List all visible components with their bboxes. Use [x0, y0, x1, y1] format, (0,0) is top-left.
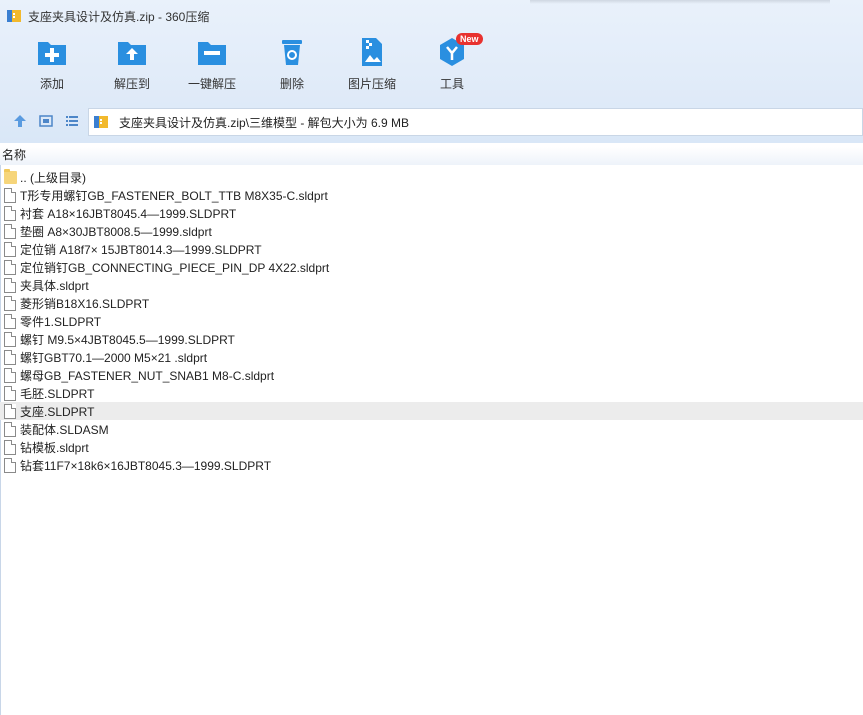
file-icon [4, 187, 16, 203]
list-item[interactable]: T形专用螺钉GB_FASTENER_BOLT_TTB M8X35-C.sldpr… [0, 186, 863, 204]
list-item-label: 定位销钉GB_CONNECTING_PIECE_PIN_DP 4X22.sldp… [20, 260, 330, 275]
list-item[interactable]: 定位销 A18f7× 15JBT8014.3—1999.SLDPRT [0, 240, 863, 258]
list-item-selected[interactable]: 支座.SLDPRT [0, 402, 863, 420]
list-item[interactable]: 螺母GB_FASTENER_NUT_SNAB1 M8-C.sldprt [0, 366, 863, 384]
archive-path-icon [93, 114, 109, 130]
list-item-label: 毛胚.SLDPRT [20, 386, 95, 401]
file-icon [4, 385, 16, 401]
list-item-label: 垫圈 A8×30JBT8008.5—1999.sldprt [20, 224, 212, 239]
add-folder-icon [36, 36, 68, 68]
file-icon [4, 277, 16, 293]
new-badge: New [456, 33, 483, 45]
list-item[interactable]: 衬套 A18×16JBT8045.4—1999.SLDPRT [0, 204, 863, 222]
list-item-label: 定位销 A18f7× 15JBT8014.3—1999.SLDPRT [20, 242, 262, 257]
file-list: .. (上级目录) T形专用螺钉GB_FASTENER_BOLT_TTB M8X… [0, 168, 863, 474]
image-compress-button[interactable]: 图片压缩 [332, 36, 412, 98]
list-item-label: 装配体.SLDASM [20, 422, 109, 437]
up-arrow-icon[interactable] [12, 113, 28, 129]
image-compress-icon [356, 36, 388, 68]
column-header-name[interactable]: 名称 [0, 147, 863, 165]
add-label: 添加 [39, 77, 64, 91]
file-icon [4, 403, 16, 419]
tools-button[interactable]: 工具 [412, 36, 492, 98]
toolbar: 添加 解压到 一键解压 删除 图片压缩 工具 [0, 36, 863, 98]
list-item-label: 螺钉GBT70.1—2000 M5×21 .sldprt [20, 350, 208, 365]
one-click-extract-icon [196, 36, 228, 68]
recycle-bin-icon [276, 36, 308, 68]
list-item-label: 螺母GB_FASTENER_NUT_SNAB1 M8-C.sldprt [20, 368, 275, 383]
list-item[interactable]: 夹具体.sldprt [0, 276, 863, 294]
tools-label: 工具 [439, 77, 464, 91]
file-icon [4, 421, 16, 437]
list-item-label: 零件1.SLDPRT [20, 314, 102, 329]
list-item-label: T形专用螺钉GB_FASTENER_BOLT_TTB M8X35-C.sldpr… [20, 188, 328, 203]
title-bar: 支座夹具设计及仿真.zip - 360压缩 [0, 0, 863, 32]
path-field[interactable]: 支座夹具设计及仿真.zip\三维模型 - 解包大小为 6.9 MB [88, 108, 863, 136]
file-icon [4, 439, 16, 455]
extract-to-button[interactable]: 解压到 [92, 36, 172, 98]
list-item-label: .. (上级目录) [20, 170, 86, 185]
extract-to-label: 解压到 [113, 77, 150, 91]
one-click-extract-label: 一键解压 [187, 77, 236, 91]
image-compress-label: 图片压缩 [347, 77, 396, 91]
list-item[interactable]: 菱形销B18X16.SLDPRT [0, 294, 863, 312]
list-item[interactable]: 钻模板.sldprt [0, 438, 863, 456]
list-view-icon[interactable] [64, 113, 80, 129]
list-item[interactable]: 装配体.SLDASM [0, 420, 863, 438]
thumbnail-view-icon[interactable] [38, 113, 54, 129]
delete-label: 删除 [279, 77, 304, 91]
delete-button[interactable]: 删除 [252, 36, 332, 98]
file-icon [4, 223, 16, 239]
file-icon [4, 241, 16, 257]
file-icon [4, 367, 16, 383]
list-item-parent-dir[interactable]: .. (上级目录) [0, 168, 863, 186]
file-icon [4, 313, 16, 329]
list-item-label: 钻模板.sldprt [20, 440, 89, 455]
list-item[interactable]: 定位销钉GB_CONNECTING_PIECE_PIN_DP 4X22.sldp… [0, 258, 863, 276]
list-item[interactable]: 零件1.SLDPRT [0, 312, 863, 330]
file-icon [4, 457, 16, 473]
list-item[interactable]: 毛胚.SLDPRT [0, 384, 863, 402]
list-item[interactable]: 钻套11F7×18k6×16JBT8045.3—1999.SLDPRT [0, 456, 863, 474]
file-icon [4, 295, 16, 311]
list-item-label: 菱形销B18X16.SLDPRT [20, 296, 150, 311]
list-item-label: 夹具体.sldprt [20, 278, 89, 293]
file-icon [4, 331, 16, 347]
list-item[interactable]: 螺钉 M9.5×4JBT8045.5—1999.SLDPRT [0, 330, 863, 348]
archive-app-icon [6, 8, 22, 24]
path-text: 支座夹具设计及仿真.zip\三维模型 - 解包大小为 6.9 MB [119, 115, 410, 130]
one-click-extract-button[interactable]: 一键解压 [172, 36, 252, 98]
file-icon [4, 205, 16, 221]
address-bar: 支座夹具设计及仿真.zip\三维模型 - 解包大小为 6.9 MB [0, 106, 863, 136]
list-item[interactable]: 垫圈 A8×30JBT8008.5—1999.sldprt [0, 222, 863, 240]
list-item[interactable]: 螺钉GBT70.1—2000 M5×21 .sldprt [0, 348, 863, 366]
list-item-label: 螺钉 M9.5×4JBT8045.5—1999.SLDPRT [20, 332, 235, 347]
list-item-label: 支座.SLDPRT [20, 404, 95, 419]
extract-to-icon [116, 36, 148, 68]
file-icon [4, 259, 16, 275]
list-item-label: 衬套 A18×16JBT8045.4—1999.SLDPRT [20, 206, 237, 221]
list-item-label: 钻套11F7×18k6×16JBT8045.3—1999.SLDPRT [20, 458, 272, 473]
window-title: 支座夹具设计及仿真.zip - 360压缩 [28, 9, 210, 24]
folder-icon [4, 168, 17, 184]
add-button[interactable]: 添加 [12, 36, 92, 98]
file-icon [4, 349, 16, 365]
